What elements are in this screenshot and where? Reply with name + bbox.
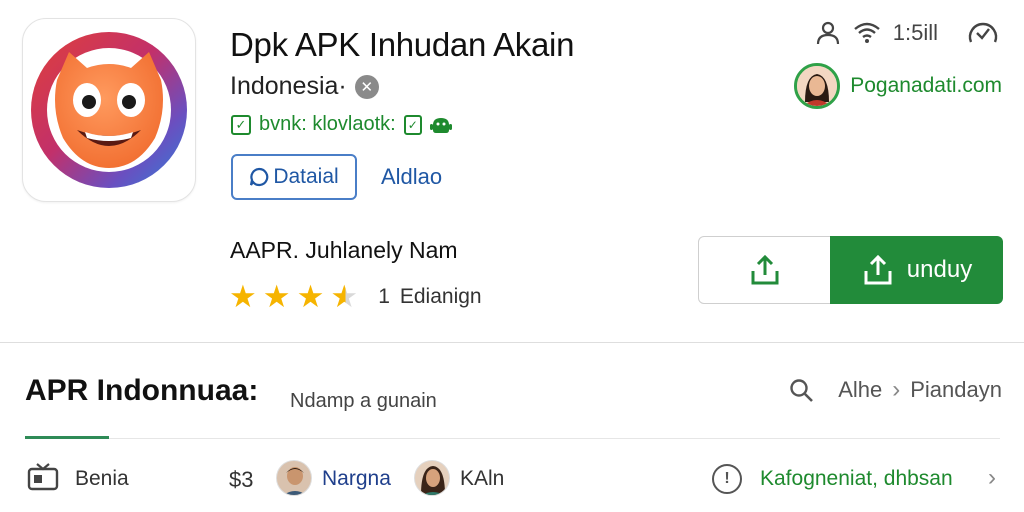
detail-button-label: Dataial [273,165,339,188]
chat-icon [250,167,269,187]
status-time: 1:5ill [892,20,938,45]
info-icon: ! [712,464,742,494]
developer-name[interactable]: AAPR. Juhlanely Nam [230,237,458,264]
rating-label: Edianign [399,284,482,308]
avatar-portrait-icon [415,461,449,495]
chevron-right-icon: › [988,464,996,491]
share-icon [751,254,779,285]
chevron-right-icon: › [892,376,901,403]
rating-count: 1 [378,284,390,308]
install-button[interactable]: unduy [830,236,1003,304]
detail-button[interactable]: Dataial [231,154,357,200]
section-tabs: Alhe › Piandayn [788,376,1002,404]
app-link[interactable]: Aldlao [381,164,442,190]
check-icon: ✓ [231,114,251,135]
tab-alhe[interactable]: Alhe [838,377,882,403]
person-name[interactable]: KAln [460,467,504,491]
avatar-portrait-icon [277,461,311,495]
category-label: Benia [75,467,129,490]
price-label: $3 [229,467,254,492]
star-icon: ★ [296,279,325,314]
section-subtitle: Ndamp a gunain [290,390,437,412]
gauge-check-icon[interactable] [966,18,1000,48]
star-icon: ★ [262,279,291,314]
section-rule [25,438,1000,439]
avatar [414,460,450,496]
bottom-link[interactable]: Kafogneniat, dhbsan [760,467,953,491]
share-button[interactable] [698,236,832,304]
status-bar: 1:5ill [815,18,1000,48]
app-logo-icon [31,32,187,188]
upload-icon [864,254,892,285]
rating-row: ★ ★ ★ ★ 1 Edianign [229,281,482,312]
install-button-label: unduy [906,256,973,283]
section-title: APR Indonnuaa: [25,374,259,407]
wifi-icon [853,22,880,43]
app-title: Dpk APK Inhudan Akain [230,26,575,63]
avatar [276,460,312,496]
avatar[interactable] [794,63,841,109]
account-name[interactable]: Poganadati.com [850,74,1002,98]
tab-piandayn[interactable]: Piandayn [910,377,1002,403]
app-subtitle-text: Indonesia· [230,72,347,100]
star-half-icon: ★ [330,279,359,314]
app-icon [22,18,196,202]
tv-icon [27,463,59,491]
app-subtitle: Indonesia· ✕ [230,72,379,101]
list-item[interactable]: Benia $3 Nargna KAln ! Kafogneniat, dhbs… [0,458,1024,500]
verified-icon: ✕ [354,74,379,99]
search-icon[interactable] [788,377,814,403]
divider [0,342,1024,343]
person-name[interactable]: Nargna [322,467,391,491]
tab-indicator [25,436,109,439]
app-tag-text: bvnk: klovlaotk: [259,113,396,135]
android-icon [429,117,452,133]
star-icon: ★ [229,279,257,314]
avatar-portrait-icon [797,66,838,106]
app-tag-row: ✓ bvnk: klovlaotk: ✓ [231,113,452,136]
account-row[interactable]: Poganadati.com [794,63,1002,109]
person-icon [816,21,839,45]
shield-check-icon: ✓ [403,114,422,135]
